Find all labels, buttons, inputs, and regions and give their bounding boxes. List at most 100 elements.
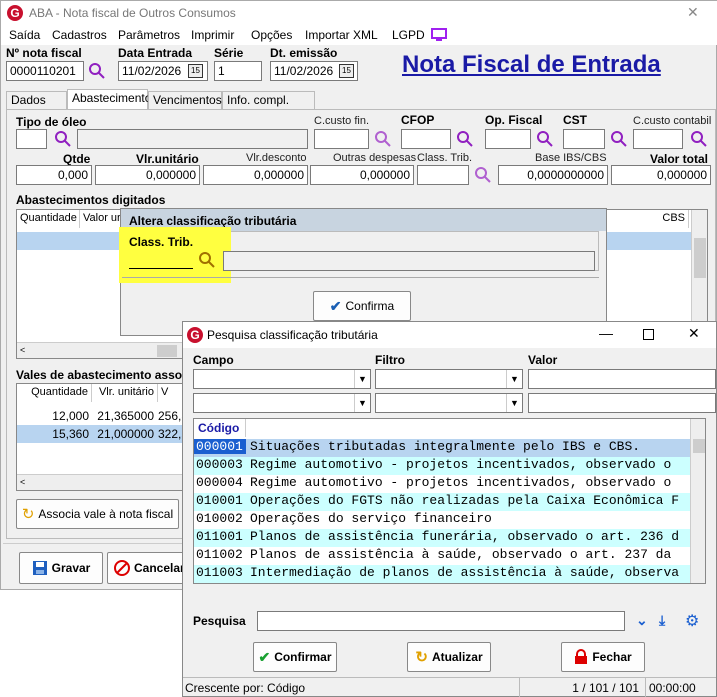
valor-total-field[interactable]: 0,000000 (611, 165, 711, 185)
altera-search-icon[interactable] (199, 252, 215, 268)
expand-down-icon[interactable]: ⌄ (636, 612, 648, 629)
ccusto-contabil-search-icon[interactable] (691, 131, 707, 147)
scroll-left-icon[interactable]: < (20, 345, 25, 355)
pesquisa-input[interactable] (257, 611, 625, 631)
scrollbar-thumb[interactable] (157, 345, 177, 357)
cell-codigo: 000003 (196, 457, 243, 472)
vertical-scrollbar[interactable] (690, 419, 705, 583)
column-header-quantidade[interactable]: Quantidade (17, 384, 92, 402)
ccusto-contabil-field[interactable] (633, 129, 683, 149)
tipo-oleo-search-icon[interactable] (55, 131, 71, 147)
list-item[interactable]: 000004 Regime automotivo - projetos incen… (194, 475, 705, 493)
confirma-button[interactable]: ✔ Confirma (313, 291, 411, 321)
monitor-icon[interactable] (431, 28, 447, 42)
menu-parametros[interactable]: Parâmetros (118, 28, 180, 42)
horizontal-scrollbar[interactable]: < (17, 474, 190, 490)
op-fiscal-field[interactable] (485, 129, 531, 149)
menu-lgpd[interactable]: LGPD (392, 28, 425, 42)
cell-descricao: Regime automotivo - projetos incentivado… (250, 457, 672, 472)
vlr-desconto-field[interactable]: 0,000000 (203, 165, 308, 185)
ccusto-fin-search-icon[interactable] (375, 131, 391, 147)
associa-vale-button[interactable]: ↻ Associa vale à nota fiscal (16, 499, 179, 529)
divider (122, 277, 599, 278)
class-trib-field[interactable] (417, 165, 469, 185)
qtde-field[interactable]: 0,000 (16, 165, 92, 185)
scrollbar-thumb[interactable] (694, 238, 706, 278)
altera-class-trib-desc (223, 251, 595, 271)
close-icon[interactable]: ✕ (687, 4, 699, 21)
lock-icon (575, 649, 588, 664)
cst-field[interactable] (563, 129, 605, 149)
campo-select-1[interactable]: ▼ (193, 369, 371, 389)
table-row[interactable]: 15,360 21,000000 322,5 (17, 425, 190, 443)
serie-field[interactable]: 1 (214, 61, 262, 81)
campo-select-2[interactable]: ▼ (193, 393, 371, 413)
filtro-select-1[interactable]: ▼ (375, 369, 523, 389)
cancelar-button[interactable]: Cancelar (107, 552, 191, 584)
maximize-icon[interactable] (643, 329, 654, 340)
atualizar-button[interactable]: ↻ Atualizar (407, 642, 491, 672)
base-ibs-cbs-field[interactable]: 0,0000000000 (498, 165, 608, 185)
menu-cadastros[interactable]: Cadastros (52, 28, 107, 42)
list-item[interactable]: 011002 Planos de assistência à saúde, obs… (194, 547, 705, 565)
chevron-down-icon[interactable]: ▼ (506, 394, 522, 412)
cst-label: CST (563, 113, 587, 127)
chevron-down-icon[interactable]: ▼ (354, 370, 370, 388)
column-header-cbs[interactable]: CBS (607, 210, 689, 228)
ccusto-fin-field[interactable] (314, 129, 369, 149)
chevron-down-icon[interactable]: ▼ (506, 370, 522, 388)
nota-search-icon[interactable] (89, 63, 105, 79)
minimize-icon[interactable]: — (599, 325, 613, 341)
tab-vencimentos[interactable]: Vencimentos (148, 91, 222, 109)
valor-input-1[interactable] (528, 369, 716, 389)
cell-quantidade: 15,360 (52, 427, 89, 441)
scroll-left-icon[interactable]: < (20, 477, 25, 487)
op-fiscal-search-icon[interactable] (537, 131, 553, 147)
scrollbar-thumb[interactable] (693, 439, 705, 453)
close-icon[interactable]: ✕ (688, 325, 700, 342)
calendar-icon[interactable]: 15 (339, 64, 354, 78)
cell-descricao: Operações do FGTS não realizadas pela Ca… (250, 493, 680, 508)
cell-quantidade: 12,000 (52, 409, 89, 423)
list-item[interactable]: 000001 Situações tributadas integralmente… (194, 439, 705, 457)
vales-grid[interactable]: Quantidade Vlr. unitário V 12,000 21,365… (16, 383, 191, 491)
column-header-codigo[interactable]: Código (194, 419, 246, 437)
column-header-quantidade[interactable]: Quantidade (17, 210, 80, 228)
list-item[interactable]: 011003 Intermediação de planos de assistê… (194, 565, 705, 583)
filtro-select-2[interactable]: ▼ (375, 393, 523, 413)
tipo-oleo-field[interactable] (16, 129, 47, 149)
pesquisa-grid[interactable]: Código 000001 Situações tributadas integr… (193, 418, 706, 584)
chevron-down-icon[interactable]: ▼ (354, 394, 370, 412)
confirmar-button[interactable]: ✔ Confirmar (253, 642, 337, 672)
nota-field[interactable]: 0000110201 (6, 61, 84, 81)
fechar-button[interactable]: Fechar (561, 642, 645, 672)
tab-info-compl-sped[interactable]: Info. compl. Sped (222, 91, 315, 121)
outras-despesas-label: Outras despesas (333, 152, 417, 164)
calendar-icon[interactable]: 15 (188, 64, 203, 78)
list-item[interactable]: 000003 Regime automotivo - projetos incen… (194, 457, 705, 475)
expand-bottom-icon[interactable]: ⤓ (659, 612, 665, 629)
tab-abastecimento[interactable]: Abastecimento (67, 89, 151, 111)
menu-imprimir[interactable]: Imprimir (191, 28, 234, 42)
outras-despesas-field[interactable]: 0,000000 (310, 165, 414, 185)
cfop-search-icon[interactable] (457, 131, 473, 147)
gravar-button[interactable]: Gravar (19, 552, 103, 584)
window-title: ABA - Nota fiscal de Outros Consumos (29, 6, 236, 20)
vlr-unitario-field[interactable]: 0,000000 (95, 165, 200, 185)
list-item[interactable]: 010002 Operações do serviço financeiro (194, 511, 705, 529)
valor-input-2[interactable] (528, 393, 716, 413)
gear-icon[interactable]: ⚙ (685, 611, 699, 631)
menu-importar-xml[interactable]: Importar XML (305, 28, 378, 42)
altera-class-trib-field[interactable] (129, 251, 193, 269)
class-trib-search-icon[interactable] (475, 167, 491, 183)
list-item[interactable]: 011001 Planos de assistência funerária, o… (194, 529, 705, 547)
cst-search-icon[interactable] (611, 131, 627, 147)
column-header-vlr-unitario[interactable]: Vlr. unitário (92, 384, 158, 402)
menu-saida[interactable]: Saída (9, 28, 40, 42)
cfop-field[interactable] (401, 129, 451, 149)
menu-opcoes[interactable]: Opções (251, 28, 292, 42)
save-icon (32, 561, 47, 575)
list-item[interactable]: 010001 Operações do FGTS não realizadas p… (194, 493, 705, 511)
table-row[interactable]: 12,000 21,365000 256,3 (17, 407, 190, 425)
tab-dados-nf[interactable]: Dados NF (6, 91, 67, 121)
